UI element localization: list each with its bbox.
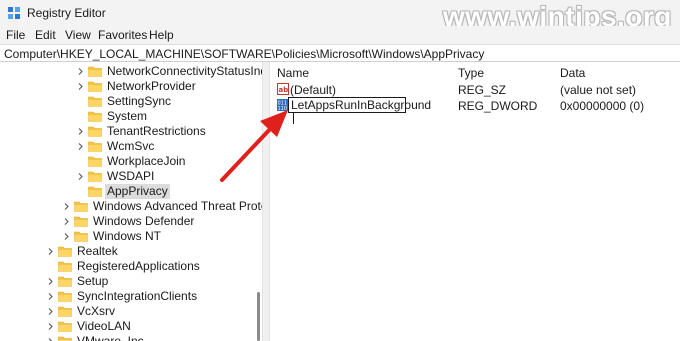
folder-icon (88, 171, 102, 182)
folder-icon (88, 186, 102, 197)
string-value-icon: ab (277, 83, 289, 95)
title-bar: Registry Editor www.wintips.org (0, 0, 680, 32)
chevron-right-icon[interactable] (76, 82, 85, 91)
column-header-data[interactable]: Data (560, 66, 585, 80)
svg-text:110: 110 (278, 106, 288, 111)
address-path[interactable]: Computer\HKEY_LOCAL_MACHINE\SOFTWARE\Pol… (4, 47, 484, 61)
folder-icon (74, 201, 88, 212)
tree-item-label: VideoLAN (77, 319, 131, 333)
tree-item-label: VcXsrv (77, 304, 116, 318)
tree-item-label: WcmSvc (107, 139, 155, 153)
folder-icon (58, 246, 72, 257)
menu-bar: File Edit View Favorites Help (0, 26, 680, 44)
tree-item-label: WorkplaceJoin (107, 154, 186, 168)
chevron-right-icon[interactable] (46, 277, 55, 286)
address-bar[interactable]: Computer\HKEY_LOCAL_MACHINE\SOFTWARE\Pol… (0, 44, 680, 62)
chevron-right-icon[interactable] (46, 337, 55, 341)
pane-splitter[interactable] (262, 62, 270, 341)
value-type: REG_DWORD (458, 99, 538, 113)
window-title: Registry Editor (27, 6, 106, 20)
chevron-right-icon[interactable] (76, 172, 85, 181)
folder-icon (88, 126, 102, 137)
tree-item-label: NetworkConnectivityStatusIndi (107, 64, 262, 78)
value-row-letappsruninbackground[interactable]: 011 110 LetAppsRunInBackground REG_DWORD… (270, 97, 680, 124)
folder-icon (88, 141, 102, 152)
chevron-right-icon[interactable] (46, 292, 55, 301)
folder-icon (88, 111, 102, 122)
chevron-right-icon[interactable] (46, 247, 55, 256)
rename-input-text: LetAppsRunInBackground (291, 98, 432, 112)
value-data: (value not set) (560, 83, 637, 97)
chevron-right-icon[interactable] (46, 307, 55, 316)
chevron-right-icon[interactable] (76, 67, 85, 76)
values-list[interactable]: Name Type Data ab (Default) REG_SZ (valu… (270, 62, 680, 341)
chevron-right-icon[interactable] (76, 127, 85, 136)
value-data: 0x00000000 (0) (560, 99, 645, 113)
tree-item-label: VMware, Inc. (77, 334, 148, 341)
tree-item-label: Setup (77, 274, 109, 288)
folder-icon (88, 81, 102, 92)
svg-text:ab: ab (279, 86, 289, 94)
tree-item-label: NetworkProvider (107, 79, 196, 93)
tree-item-label: Windows Defender (93, 214, 195, 228)
folder-icon (58, 261, 72, 272)
tree-item-label: System (107, 109, 148, 123)
folder-icon (58, 291, 72, 302)
chevron-right-icon[interactable] (62, 202, 71, 211)
value-type: REG_SZ (458, 83, 507, 97)
folder-icon (58, 321, 72, 332)
tree-item-label: Windows Advanced Threat Protec (93, 199, 262, 213)
folder-icon (74, 216, 88, 227)
folder-icon (88, 156, 102, 167)
key-tree[interactable]: NetworkConnectivityStatusIndi NetworkProv… (0, 62, 262, 341)
tree-scrollbar-thumb[interactable] (257, 292, 260, 341)
tree-item-label: RegisteredApplications (77, 259, 200, 273)
tree-item-label: TenantRestrictions (107, 124, 206, 138)
chevron-right-icon[interactable] (46, 322, 55, 331)
tree-item-label: Realtek (77, 244, 118, 258)
menu-help[interactable]: Help (149, 28, 174, 42)
folder-icon (58, 306, 72, 317)
chevron-right-icon[interactable] (62, 217, 71, 226)
tree-item-label: Windows NT (93, 229, 162, 243)
folder-icon (74, 231, 88, 242)
value-row-default[interactable]: ab (Default) REG_SZ (value not set) (270, 81, 680, 98)
value-name: (Default) (290, 83, 337, 97)
menu-view[interactable]: View (65, 28, 91, 42)
menu-file[interactable]: File (6, 28, 25, 42)
folder-icon (58, 276, 72, 287)
folder-icon (88, 66, 102, 77)
folder-icon (88, 96, 102, 107)
tree-item-label: AppPrivacy (105, 184, 170, 199)
tree-item-label: WSDAPI (107, 169, 155, 183)
text-caret (293, 111, 294, 124)
folder-icon (58, 336, 72, 341)
menu-favorites[interactable]: Favorites (98, 28, 147, 42)
tree-item-label: SyncIntegrationClients (77, 289, 198, 303)
tree-item-label: SettingSync (107, 94, 172, 108)
rename-input[interactable]: LetAppsRunInBackground (288, 97, 431, 124)
column-header-type[interactable]: Type (458, 66, 484, 80)
registry-editor-icon (8, 7, 20, 19)
chevron-right-icon[interactable] (62, 232, 71, 241)
chevron-right-icon[interactable] (76, 142, 85, 151)
column-header-name[interactable]: Name (277, 66, 309, 80)
menu-edit[interactable]: Edit (35, 28, 56, 42)
